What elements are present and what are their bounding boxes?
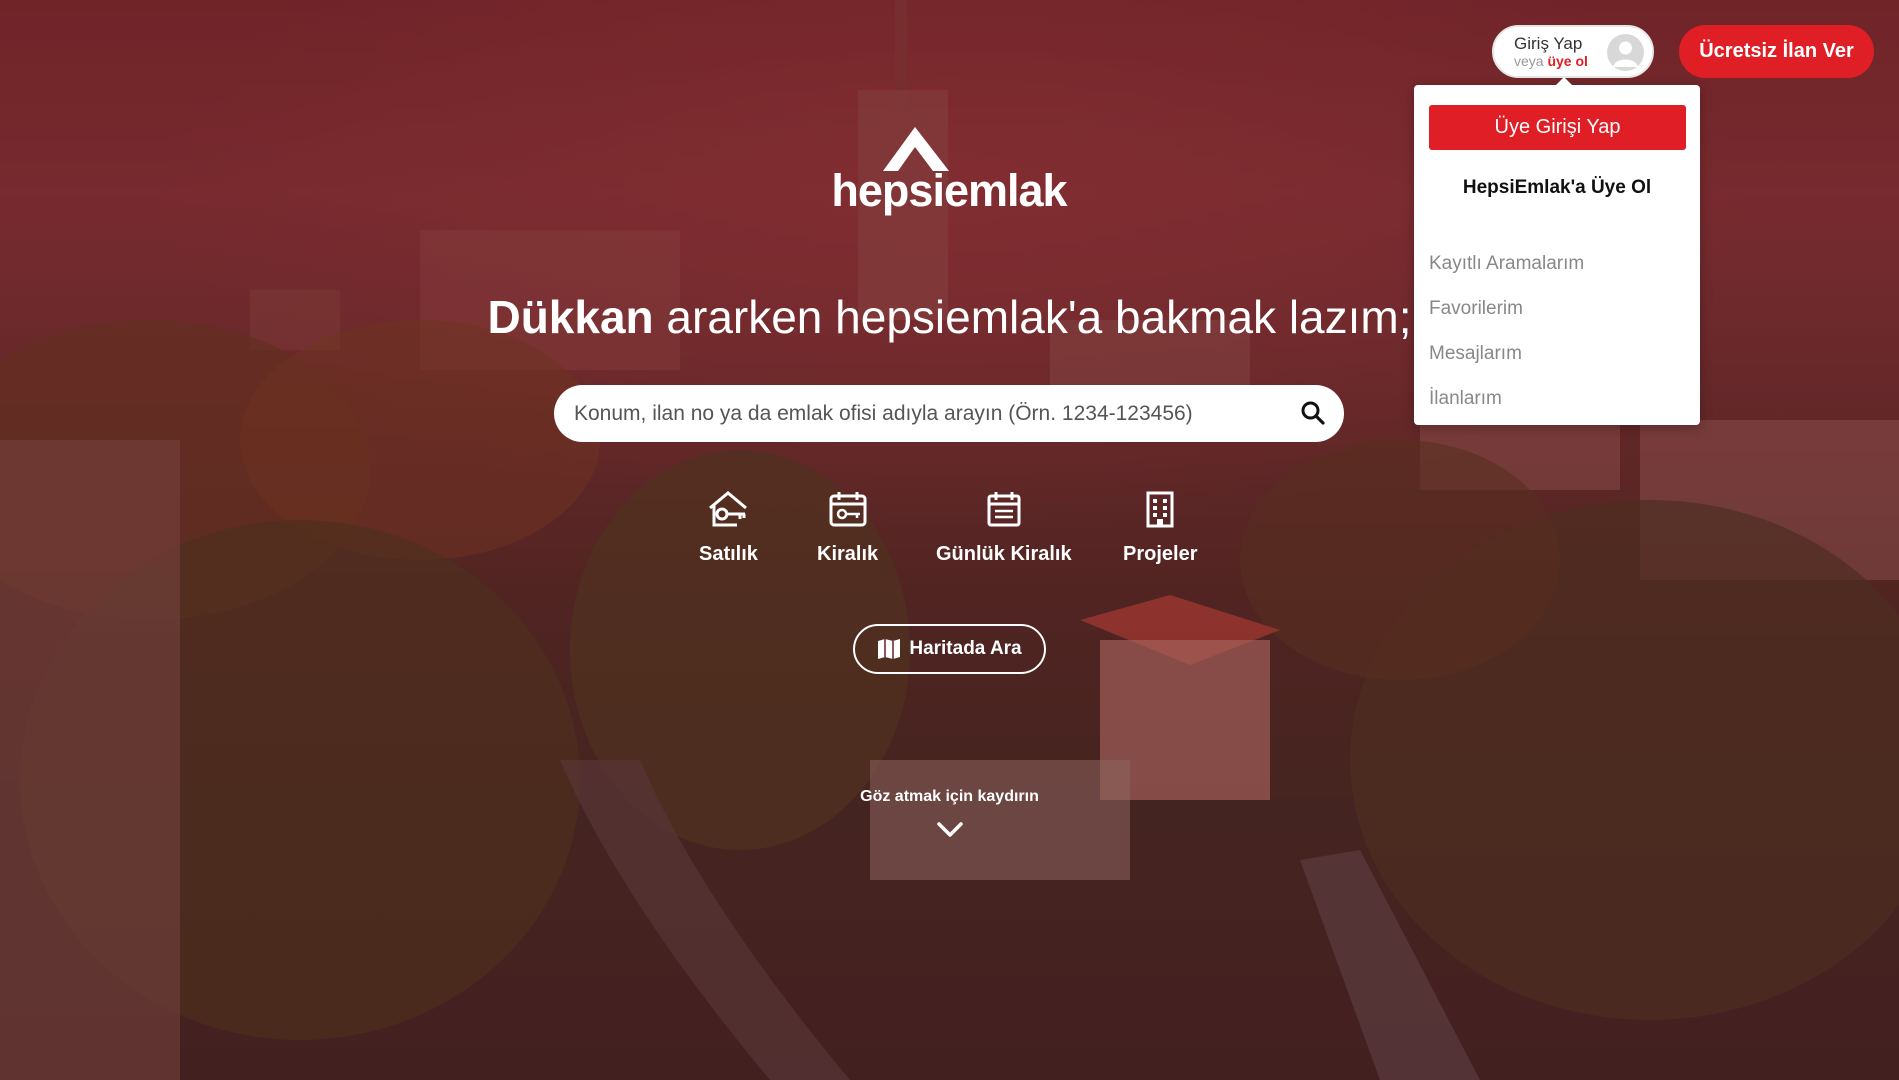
category-satilik[interactable]: Satılık — [699, 490, 758, 566]
search-bar — [554, 385, 1344, 442]
dropdown-item-saved-searches[interactable]: Kayıtlı Aramalarım — [1429, 241, 1584, 286]
map-search-label: Haritada Ara — [909, 638, 1022, 659]
building-icon — [1145, 490, 1175, 533]
category-label: Satılık — [699, 543, 758, 565]
member-login-button[interactable]: Üye Girişi Yap — [1429, 105, 1686, 150]
login-title[interactable]: Giriş Yap — [1514, 34, 1588, 54]
dropdown-item-my-listings[interactable]: İlanlarım — [1429, 376, 1584, 421]
map-search-button[interactable]: Haritada Ara — [853, 624, 1046, 674]
category-label: Günlük Kiralık — [936, 543, 1072, 565]
hepsiemlak-logo[interactable]: hepsiemlak — [828, 125, 1070, 217]
house-key-icon — [707, 490, 749, 533]
logo-text: hepsiemlak — [831, 165, 1067, 216]
headline-keyword: Dükkan — [487, 291, 654, 343]
user-avatar-icon[interactable] — [1607, 34, 1644, 71]
free-ad-button[interactable]: Ücretsiz İlan Ver — [1679, 25, 1874, 78]
headline-rest: ararken hepsiemlak'a bakmak lazım; — [653, 291, 1412, 343]
page-headline: Dükkan ararken hepsiemlak'a bakmak lazım… — [0, 290, 1899, 344]
signup-link[interactable]: üye ol — [1547, 53, 1587, 69]
signup-link[interactable]: HepsiEmlak'a Üye Ol — [1414, 177, 1700, 199]
scroll-hint-text: Göz atmak için kaydırın — [860, 788, 1039, 805]
login-subtitle: veya üye ol — [1514, 53, 1588, 69]
map-icon — [877, 638, 901, 660]
search-input[interactable] — [574, 401, 1274, 426]
category-label: Projeler — [1123, 543, 1198, 565]
calendar-icon — [986, 490, 1022, 533]
category-gunluk-kiralik[interactable]: Günlük Kiralık — [936, 490, 1072, 566]
search-icon[interactable] — [1300, 400, 1326, 431]
calendar-key-icon — [828, 490, 868, 533]
login-or-text: veya — [1514, 53, 1544, 70]
category-kiralik[interactable]: Kiralık — [817, 490, 878, 566]
user-dropdown-menu: Üye Girişi Yap HepsiEmlak'a Üye Ol Kayıt… — [1414, 77, 1700, 425]
category-label: Kiralık — [817, 543, 879, 565]
chevron-down-icon[interactable] — [937, 822, 963, 843]
login-pill[interactable]: Giriş Yap veya üye ol — [1492, 25, 1654, 78]
category-projeler[interactable]: Projeler — [1123, 490, 1197, 566]
